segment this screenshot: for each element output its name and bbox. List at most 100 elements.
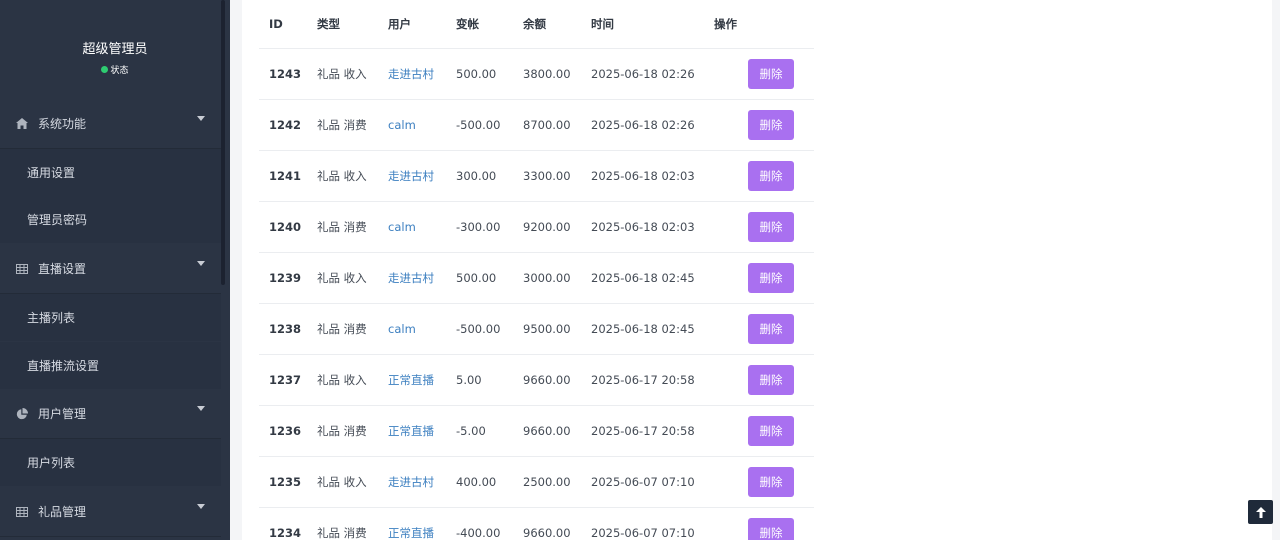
cell-balance: 3300.00: [513, 150, 581, 202]
sidebar-scrollbar[interactable]: [221, 0, 225, 285]
menu-group-live-settings[interactable]: 直播设置: [0, 244, 221, 294]
menu-group-user-management[interactable]: 用户管理: [0, 389, 221, 439]
table-header-row: ID 类型 用户 变帐 余额 时间 操作: [259, 0, 814, 49]
cell-time: 2025-06-07 07:10: [581, 456, 704, 508]
sidebar-item-label: 用户列表: [27, 456, 76, 470]
menu-group-label: 直播设置: [38, 262, 87, 276]
arrow-up-icon: [1255, 503, 1266, 522]
cell-time: 2025-06-17 20:58: [581, 405, 704, 457]
cell-type: 礼品 收入: [307, 456, 378, 508]
cell-type: 礼品 消费: [307, 405, 378, 457]
sidebar-item-label: 通用设置: [27, 166, 76, 180]
column-header-action: 操作: [704, 0, 814, 49]
column-header-time: 时间: [581, 0, 704, 49]
delete-button[interactable]: 删除: [748, 517, 794, 540]
cell-id: 1235: [259, 456, 307, 508]
cell-action: 删除: [704, 252, 814, 304]
cell-action: 删除: [704, 99, 814, 151]
back-to-top-button[interactable]: [1248, 500, 1273, 524]
cell-change: 500.00: [446, 48, 513, 100]
cell-balance: 9200.00: [513, 201, 581, 253]
sidebar-item-admin-password[interactable]: 管理员密码: [0, 196, 221, 243]
cell-time: 2025-06-17 20:58: [581, 354, 704, 406]
cell-user-link[interactable]: calm: [378, 303, 446, 355]
cell-balance: 3800.00: [513, 48, 581, 100]
cell-user-link[interactable]: 走进古村: [378, 456, 446, 508]
cell-change: -400.00: [446, 507, 513, 540]
cell-time: 2025-06-18 02:26: [581, 48, 704, 100]
cell-time: 2025-06-07 07:10: [581, 507, 704, 540]
cell-type: 礼品 消费: [307, 507, 378, 540]
cell-type: 礼品 消费: [307, 201, 378, 253]
sidebar-item-user-list[interactable]: 用户列表: [0, 439, 221, 486]
cell-change: -300.00: [446, 201, 513, 253]
delete-button[interactable]: 删除: [748, 58, 794, 89]
cell-action: 删除: [704, 48, 814, 100]
cell-balance: 8700.00: [513, 99, 581, 151]
cell-type: 礼品 收入: [307, 150, 378, 202]
cell-id: 1241: [259, 150, 307, 202]
delete-button[interactable]: 删除: [748, 313, 794, 344]
table-row: 1239 礼品 收入 走进古村 500.00 3000.00 2025-06-1…: [259, 252, 814, 304]
cell-balance: 3000.00: [513, 252, 581, 304]
cell-balance: 9660.00: [513, 354, 581, 406]
menu-group-gift-management[interactable]: 礼品管理: [0, 487, 221, 537]
admin-name: 超级管理员: [82, 42, 148, 57]
delete-button[interactable]: 删除: [748, 415, 794, 446]
table-row: 1237 礼品 收入 正常直播 5.00 9660.00 2025-06-17 …: [259, 354, 814, 406]
delete-button[interactable]: 删除: [748, 160, 794, 191]
table-row: 1234 礼品 消费 正常直播 -400.00 9660.00 2025-06-…: [259, 507, 814, 540]
table-row: 1243 礼品 收入 走进古村 500.00 3800.00 2025-06-1…: [259, 48, 814, 100]
delete-button[interactable]: 删除: [748, 211, 794, 242]
cell-id: 1237: [259, 354, 307, 406]
delete-button[interactable]: 删除: [748, 262, 794, 293]
cell-user-link[interactable]: calm: [378, 99, 446, 151]
cell-change: 5.00: [446, 354, 513, 406]
column-header-change: 变帐: [446, 0, 513, 49]
cell-user-link[interactable]: calm: [378, 201, 446, 253]
cell-user-link[interactable]: 走进古村: [378, 150, 446, 202]
sidebar-item-streamer-list[interactable]: 主播列表: [0, 294, 221, 341]
table-row: 1236 礼品 消费 正常直播 -5.00 9660.00 2025-06-17…: [259, 405, 814, 457]
menu-group-label: 系统功能: [38, 117, 87, 131]
column-header-balance: 余额: [513, 0, 581, 49]
cell-balance: 9660.00: [513, 405, 581, 457]
status-indicator: 状态: [101, 63, 129, 76]
cell-user-link[interactable]: 正常直播: [378, 405, 446, 457]
sidebar-item-general-settings[interactable]: 通用设置: [0, 149, 221, 196]
cell-user-link[interactable]: 走进古村: [378, 252, 446, 304]
table-row: 1235 礼品 收入 走进古村 400.00 2500.00 2025-06-0…: [259, 456, 814, 508]
table-icon: [16, 506, 28, 518]
cell-change: 300.00: [446, 150, 513, 202]
caret-down-icon: [197, 406, 205, 411]
cell-action: 删除: [704, 150, 814, 202]
menu-group-system[interactable]: 系统功能: [0, 99, 221, 149]
cell-action: 删除: [704, 456, 814, 508]
cell-change: -500.00: [446, 303, 513, 355]
cell-id: 1236: [259, 405, 307, 457]
cell-user-link[interactable]: 正常直播: [378, 354, 446, 406]
cell-id: 1234: [259, 507, 307, 540]
cell-user-link[interactable]: 正常直播: [378, 507, 446, 540]
cell-action: 删除: [704, 201, 814, 253]
sidebar-item-stream-push-settings[interactable]: 直播推流设置: [0, 342, 221, 389]
pie-chart-icon: [16, 407, 28, 420]
table-row: 1238 礼品 消费 calm -500.00 9500.00 2025-06-…: [259, 303, 814, 355]
cell-type: 礼品 收入: [307, 252, 378, 304]
sidebar-item-label: 直播推流设置: [27, 359, 100, 373]
cell-time: 2025-06-18 02:26: [581, 99, 704, 151]
cell-time: 2025-06-18 02:45: [581, 303, 704, 355]
delete-button[interactable]: 删除: [748, 466, 794, 497]
cell-type: 礼品 消费: [307, 303, 378, 355]
cell-balance: 9500.00: [513, 303, 581, 355]
cell-user-link[interactable]: 走进古村: [378, 48, 446, 100]
caret-down-icon: [197, 116, 205, 121]
table-row: 1241 礼品 收入 走进古村 300.00 3300.00 2025-06-1…: [259, 150, 814, 202]
cell-id: 1242: [259, 99, 307, 151]
caret-down-icon: [197, 504, 205, 509]
caret-down-icon: [197, 261, 205, 266]
delete-button[interactable]: 删除: [748, 109, 794, 140]
delete-button[interactable]: 删除: [748, 364, 794, 395]
online-dot-icon: [101, 66, 109, 73]
cell-action: 删除: [704, 303, 814, 355]
